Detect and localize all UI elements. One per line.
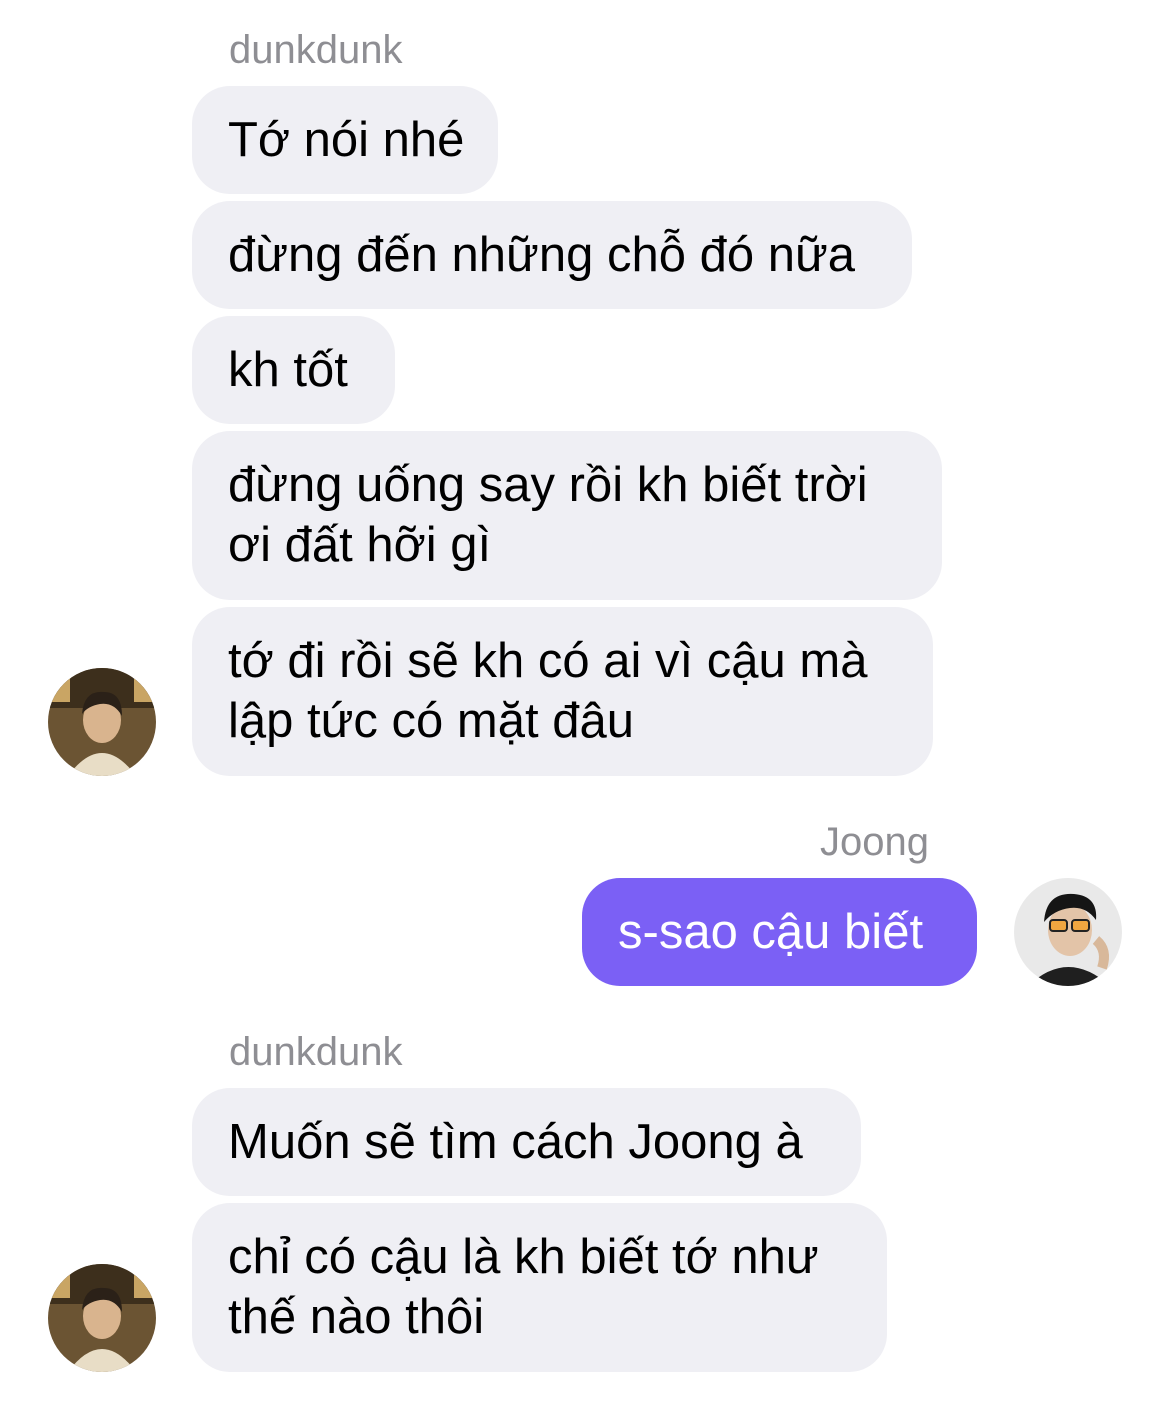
avatar-dunkdunk[interactable] xyxy=(48,668,156,776)
message-bubble[interactable]: Tớ nói nhé xyxy=(192,86,498,194)
avatar-photo-icon xyxy=(48,668,156,776)
message-bubble-outgoing[interactable]: s-sao cậu biết xyxy=(582,878,977,986)
message-bubble[interactable]: chỉ có cậu là kh biết tớ như thế nào thô… xyxy=(192,1203,887,1372)
message-bubble[interactable]: kh tốt xyxy=(192,316,395,424)
avatar-photo-icon xyxy=(1014,878,1122,986)
sender-name-dunkdunk: dunkdunk xyxy=(229,28,403,72)
avatar-photo-icon xyxy=(48,1264,156,1372)
message-bubble[interactable]: đừng đến những chỗ đó nữa xyxy=(192,201,912,309)
avatar-dunkdunk[interactable] xyxy=(48,1264,156,1372)
message-bubble[interactable]: đừng uống say rồi kh biết trời ơi đất hỡ… xyxy=(192,431,942,600)
message-bubble[interactable]: Muốn sẽ tìm cách Joong à xyxy=(192,1088,861,1196)
sender-name-dunkdunk: dunkdunk xyxy=(229,1030,403,1074)
sender-name-joong: Joong xyxy=(820,820,929,864)
avatar-joong[interactable] xyxy=(1014,878,1122,986)
message-bubble[interactable]: tớ đi rồi sẽ kh có ai vì cậu mà lập tức … xyxy=(192,607,933,776)
